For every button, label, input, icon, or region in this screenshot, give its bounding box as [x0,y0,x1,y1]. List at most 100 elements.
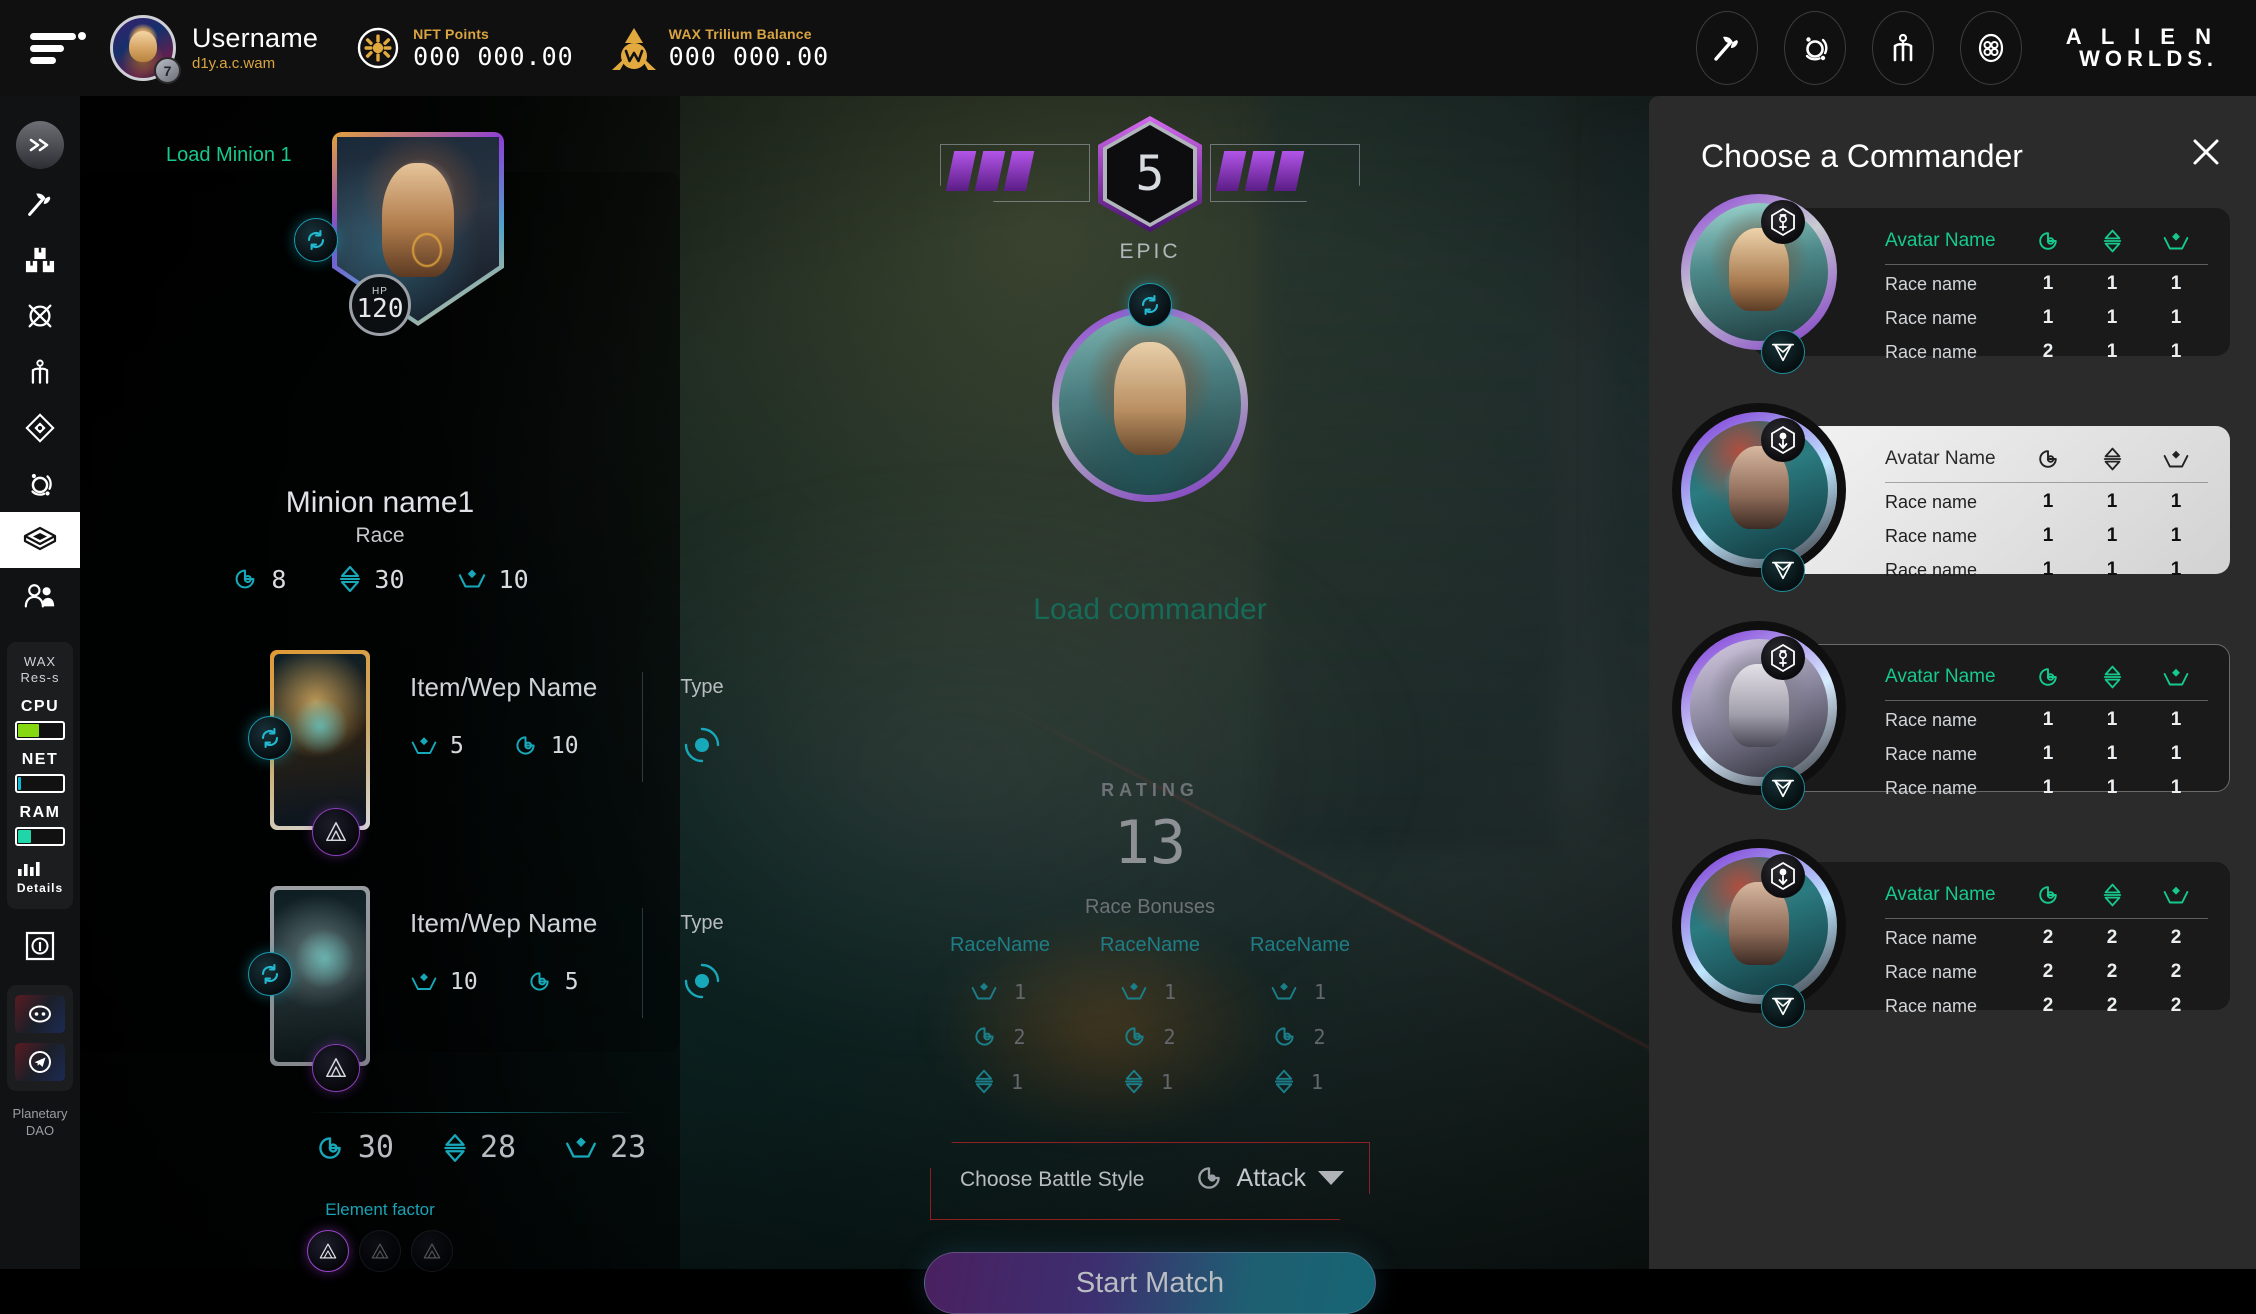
wax-trilium-label: WAX Trilium Balance [668,25,812,42]
commander-portrait-image [1059,313,1241,495]
rail-nav [0,96,80,624]
speed-value: 1 [2106,743,2118,764]
attack-value: 1 [2042,491,2054,512]
sidebar-item-galaxy[interactable] [0,288,80,344]
dao-line-2: DAO [25,1123,55,1139]
speed-value: 1 [2106,559,2118,580]
item-element-badge-2[interactable] [312,1044,360,1092]
commander-avatar-1[interactable] [1681,194,1837,350]
sidebar-item-mine[interactable] [0,176,80,232]
nav-planet-orbit-icon[interactable] [1783,11,1846,85]
race-name: Race name [1885,559,1978,580]
sidebar-item-expand[interactable] [0,114,80,176]
race-bonus-row-speed-3: 1 [1235,1059,1365,1104]
speed-value: 1 [2106,341,2118,362]
race-name: Race name [1885,709,1978,730]
item-attack-value-2: 5 [564,968,579,995]
sidebar-item-inventory[interactable] [0,232,80,288]
total-attack: 30 [314,1130,394,1165]
commander-avatar-4[interactable] [1681,848,1837,1004]
commander-portrait[interactable] [1052,306,1248,502]
telegram-link[interactable] [15,1042,65,1081]
rank-wing-right [1210,144,1360,202]
item-refresh-button-2[interactable] [248,952,292,996]
defense-icon [410,970,438,994]
speed-value: 2 [2106,961,2118,982]
sidebar-item-battle[interactable] [0,512,80,568]
rank-number: 5 [1135,146,1165,202]
defense-value: 2 [2170,995,2182,1016]
total-speed-value: 28 [479,1130,517,1165]
layers-icon [22,525,58,555]
sidebar-item-teams[interactable] [0,568,80,624]
commander-avatar-3[interactable] [1681,630,1837,786]
resources-details-button[interactable]: Details [15,860,65,895]
attack-value: 2 [2042,341,2054,362]
nav-pickaxe-icon[interactable] [1695,11,1758,85]
start-match-button[interactable]: Start Match [924,1252,1376,1314]
nav-molecule-icon[interactable] [1959,11,2022,85]
load-commander-label[interactable]: Load commander [700,593,1600,627]
chevron-down-icon[interactable] [1318,1171,1344,1185]
item-refresh-button-1[interactable] [248,716,292,760]
attack-icon [971,1023,998,1050]
minion-speed-value: 30 [374,564,405,594]
attack-icon [526,968,553,995]
defense-icon [970,980,998,1003]
nav-avatar-person-icon[interactable] [1871,11,1934,85]
hamburger-menu-icon[interactable] [30,31,86,65]
commander-card-1[interactable]: Avatar Name Race name 1 1 1 Race name 1 … [1675,194,2230,374]
speed-value: 1 [2106,709,2118,730]
minion-defense-value: 10 [498,564,529,594]
item-stat-attack-2: 5 [526,968,579,995]
table-row: Race name 1 1 1 [1885,553,2208,587]
item-stats-2: 10 5 [410,968,579,995]
commander-card-2[interactable]: Avatar Name Race name 1 1 1 Race name 1 … [1675,412,2230,592]
item-type-2: Type [662,886,742,1003]
nft-points-label: NFT Points [413,25,490,42]
battle-style-selector[interactable]: Choose Battle Style Attack [930,1142,1370,1220]
commander-refresh-button[interactable] [1128,283,1172,327]
speed-icon [973,1068,995,1095]
avatar[interactable]: 7 [110,15,181,84]
item-row-2[interactable]: Item/Wep Name 10 5 Type [248,886,742,1092]
center-column: 5 EPIC Load commander RATING 13 Race Bon… [700,96,1600,1314]
commander-card-4[interactable]: Avatar Name Race name 2 2 2 Race name 2 … [1675,848,2230,1028]
commander-card-3[interactable]: Avatar Name Race name 1 1 1 Race name 1 … [1675,630,2230,810]
attack-icon [1193,1162,1225,1194]
planetary-dao-footer[interactable]: Planetary DAO [13,1105,68,1140]
attack-value: 2 [2042,927,2054,948]
item-type-1: Type [662,650,742,767]
sidebar-item-avatar[interactable] [0,344,80,400]
table-row: Race name 2 2 2 [1885,955,2208,989]
commander-list: Avatar Name Race name 1 1 1 Race name 1 … [1649,194,2256,1228]
commander-face-4 [1690,857,1828,995]
minion-amulet-glow [411,232,442,267]
item-element-badge-1[interactable] [312,808,360,856]
wax-trilium-balance: WAX Trilium Balance 000 000.00 [611,25,830,71]
user-profile[interactable]: 7 Username d1y.a.c.wam [110,15,318,84]
minion-refresh-button[interactable] [294,218,338,262]
commander-avatar-2[interactable] [1681,412,1837,568]
element-chip-3[interactable] [411,1230,453,1272]
cpu-label: CPU [20,697,60,715]
race-name: Race name [1885,307,1978,328]
item-stats-1: 5 10 [410,732,579,759]
sidebar-item-planets[interactable] [0,456,80,512]
race-bonus-row-attack-1: 2 [935,1014,1065,1059]
info-box-icon[interactable] [21,927,59,965]
minion-stat-attack: 8 [231,565,286,594]
speed-value: 1 [2106,273,2118,294]
close-icon[interactable] [2186,132,2226,172]
minion-hp-badge: HP 120 [349,274,411,336]
element-chip-1[interactable] [307,1230,349,1272]
item-row-1[interactable]: Item/Wep Name 5 10 Type [248,650,742,856]
minion-stats: 8 30 10 [80,564,680,594]
discord-link[interactable] [15,994,65,1033]
rank-wing-right-bars [1215,151,1350,191]
load-minion-label[interactable]: Load Minion 1 [166,144,292,167]
defense-icon [2144,884,2208,907]
race-bonus-row-attack-2: 2 [1085,1014,1215,1059]
element-chip-2[interactable] [359,1230,401,1272]
sidebar-item-lands[interactable] [0,400,80,456]
